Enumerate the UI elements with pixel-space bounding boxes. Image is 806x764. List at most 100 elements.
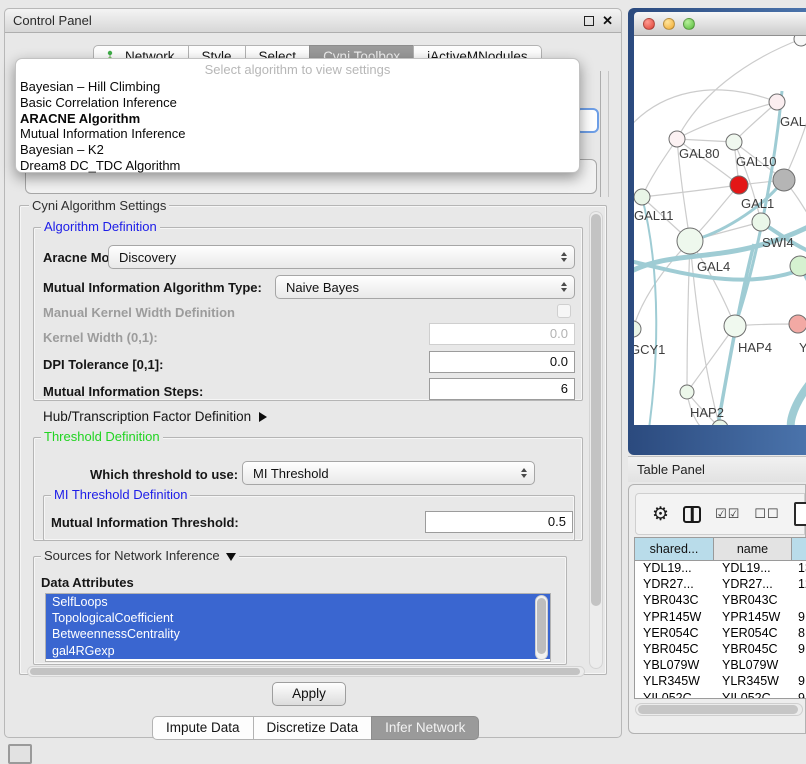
- network-window-titlebar[interactable]: [634, 12, 806, 36]
- algorithm-option[interactable]: Bayesian – K2: [16, 142, 579, 158]
- table-row[interactable]: YBL079WYBL079W: [635, 658, 806, 674]
- network-graph[interactable]: GALGAL80GAL10GAL1GAL11SWI4GAL4GCY1HAP4YH…: [634, 36, 806, 425]
- attribute-list-item[interactable]: BetweennessCentrality: [46, 626, 550, 642]
- table-cell: 9: [792, 691, 806, 700]
- scrollbar-thumb[interactable]: [30, 668, 580, 675]
- algorithm-option[interactable]: Mutual Information Inference: [16, 126, 579, 142]
- network-node[interactable]: [724, 315, 746, 337]
- sources-group-title[interactable]: Sources for Network Inference: [41, 549, 239, 563]
- aracne-mode-select[interactable]: Discovery: [108, 245, 575, 269]
- table-header: shared... name: [635, 538, 806, 561]
- table-cell: 9.: [792, 610, 806, 626]
- network-view-window[interactable]: GALGAL80GAL10GAL1GAL11SWI4GAL4GCY1HAP4YH…: [628, 8, 806, 455]
- float-panel-icon[interactable]: [584, 16, 594, 26]
- collapsed-panel-icon[interactable]: [8, 744, 32, 764]
- network-edge[interactable]: [687, 241, 690, 392]
- manual-kernel-width-checkbox[interactable]: [557, 304, 571, 318]
- network-edge[interactable]: [677, 139, 734, 142]
- apply-button[interactable]: Apply: [272, 682, 346, 706]
- network-node[interactable]: [634, 189, 650, 205]
- kernel-width-input[interactable]: 0.0: [429, 323, 575, 345]
- network-node[interactable]: [790, 256, 806, 276]
- network-node[interactable]: [726, 134, 742, 150]
- zoom-window-icon[interactable]: [683, 18, 695, 30]
- algorithm-option[interactable]: Bayesian – Hill Climbing: [16, 79, 579, 95]
- table-toolbar: ⚙ ☑☑ ☐☐: [635, 493, 805, 535]
- dpi-tolerance-input[interactable]: 0.0: [429, 351, 575, 373]
- select-all-checkboxes-icon[interactable]: ☑☑: [715, 506, 740, 522]
- mi-algorithm-type-select[interactable]: Naive Bayes: [275, 275, 575, 299]
- table-row[interactable]: YLR345WYLR345W9.: [635, 674, 806, 690]
- attribute-list-item[interactable]: gal4RGexp: [46, 643, 550, 659]
- scrollbar-thumb[interactable]: [591, 214, 601, 606]
- table-horizontal-scrollbar[interactable]: [635, 703, 803, 716]
- column-header-partial[interactable]: [792, 538, 806, 560]
- document-icon[interactable]: [794, 502, 806, 526]
- network-edge[interactable]: [687, 326, 735, 392]
- scrollbar-thumb[interactable]: [537, 598, 546, 654]
- table-cell: [792, 658, 806, 674]
- which-threshold-select[interactable]: MI Threshold: [242, 461, 535, 485]
- table-cell: YIL052C: [635, 691, 714, 700]
- close-window-icon[interactable]: [643, 18, 655, 30]
- hub-definition-toggle[interactable]: Hub/Transcription Factor Definition: [43, 409, 267, 424]
- mi-threshold-input[interactable]: 0.5: [425, 511, 573, 533]
- table-panel-title: Table Panel: [628, 456, 806, 482]
- network-node[interactable]: [752, 213, 770, 231]
- cyni-algorithm-settings-panel: Cyni Algorithm Settings Algorithm Defini…: [19, 199, 611, 677]
- data-attributes-list[interactable]: SelfLoopsTopologicalCoefficientBetweenne…: [45, 593, 551, 662]
- network-edge[interactable]: [634, 241, 690, 329]
- minimize-window-icon[interactable]: [663, 18, 675, 30]
- network-node[interactable]: [794, 36, 806, 46]
- table-row[interactable]: YIL052CYIL052C9: [635, 691, 806, 700]
- network-node[interactable]: [677, 228, 703, 254]
- network-canvas[interactable]: GALGAL80GAL10GAL1GAL11SWI4GAL4GCY1HAP4YH…: [634, 36, 806, 425]
- dpi-tolerance-label: DPI Tolerance [0,1]:: [43, 357, 163, 372]
- algorithm-definition-title: Algorithm Definition: [41, 220, 160, 234]
- table-row[interactable]: YER054CYER054C8.: [635, 626, 806, 642]
- attribute-list-item[interactable]: SelfLoops: [46, 594, 550, 610]
- tab-infer-network[interactable]: Infer Network: [371, 716, 479, 740]
- node-table[interactable]: shared... name YDL19...YDL19...13YDR27..…: [634, 537, 806, 699]
- network-edge[interactable]: [642, 185, 739, 197]
- table-row[interactable]: YPR145WYPR145W9.: [635, 610, 806, 626]
- scrollbar-thumb[interactable]: [638, 705, 798, 714]
- network-node[interactable]: [789, 315, 806, 333]
- network-node[interactable]: [680, 385, 694, 399]
- network-node[interactable]: [769, 94, 785, 110]
- table-cell: YBL079W: [714, 658, 792, 674]
- settings-vertical-scrollbar[interactable]: [589, 211, 603, 669]
- attribute-list-item[interactable]: TopologicalCoefficient: [46, 610, 550, 626]
- network-node[interactable]: [669, 131, 685, 147]
- network-edge[interactable]: [642, 139, 677, 197]
- algorithm-option[interactable]: Dream8 DC_TDC Algorithm: [16, 158, 579, 174]
- network-edge-highlighted[interactable]: [791, 376, 806, 425]
- tab-impute-data[interactable]: Impute Data: [152, 716, 254, 740]
- table-row[interactable]: YBR043CYBR043C: [635, 593, 806, 609]
- table-row[interactable]: YBR045CYBR045C9.: [635, 642, 806, 658]
- table-row[interactable]: YDR27...YDR27...12: [635, 577, 806, 593]
- algorithm-option[interactable]: ARACNE Algorithm: [16, 111, 579, 127]
- settings-horizontal-scrollbar[interactable]: [27, 666, 585, 677]
- close-panel-icon[interactable]: ✕: [602, 16, 613, 26]
- attributes-scrollbar[interactable]: [535, 595, 548, 660]
- table-row[interactable]: YDL19...YDL19...13: [635, 561, 806, 577]
- deselect-all-checkboxes-icon[interactable]: ☐☐: [754, 506, 779, 522]
- columns-icon[interactable]: [683, 506, 701, 523]
- column-header-name[interactable]: name: [714, 538, 792, 560]
- network-edge[interactable]: [677, 102, 777, 139]
- table-cell: 9.: [792, 674, 806, 690]
- column-header-shared-name[interactable]: shared...: [635, 538, 714, 560]
- table-cell: YDL19...: [714, 561, 792, 577]
- tab-discretize-data[interactable]: Discretize Data: [253, 716, 373, 740]
- gear-icon[interactable]: ⚙: [652, 505, 669, 524]
- mi-steps-input[interactable]: 6: [429, 378, 575, 400]
- node-label: GAL1: [741, 196, 774, 211]
- network-node[interactable]: [773, 169, 795, 191]
- network-edge-highlighted[interactable]: [642, 197, 656, 425]
- node-label: HAP4: [738, 340, 772, 355]
- network-node[interactable]: [730, 176, 748, 194]
- network-node[interactable]: [634, 321, 641, 337]
- network-node[interactable]: [712, 420, 728, 425]
- algorithm-option[interactable]: Basic Correlation Inference: [16, 95, 579, 111]
